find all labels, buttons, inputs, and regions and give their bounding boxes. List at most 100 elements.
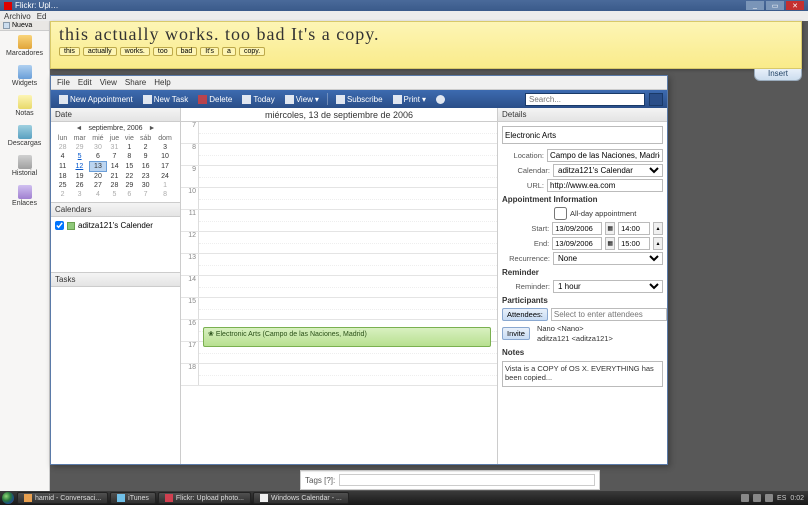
mini-day[interactable]: 1 xyxy=(155,181,176,190)
menu-view[interactable]: View xyxy=(100,78,117,87)
mini-day[interactable]: 26 xyxy=(70,181,89,190)
sticky-tag[interactable]: too xyxy=(153,47,173,56)
maximize-button[interactable]: ▭ xyxy=(766,1,784,10)
print-button[interactable]: Print ▾ xyxy=(389,92,430,106)
hour-row[interactable]: 7 xyxy=(181,122,497,144)
mini-day[interactable]: 7 xyxy=(137,190,155,199)
mini-day[interactable]: 21 xyxy=(107,172,122,182)
calendar-event[interactable]: ❀ Electronic Arts (Campo de las Naciones… xyxy=(203,327,491,347)
tags-input[interactable] xyxy=(339,474,595,486)
sticky-tag[interactable]: this xyxy=(59,47,80,56)
mini-day[interactable]: 7 xyxy=(107,152,122,162)
hour-grid[interactable]: 789101112131415161718 ❀ Electronic Arts … xyxy=(181,122,497,464)
sidebar-enlaces[interactable]: Enlaces xyxy=(0,181,49,211)
hour-cell[interactable] xyxy=(199,298,497,319)
url-input[interactable] xyxy=(547,179,663,192)
mini-day[interactable]: 18 xyxy=(55,172,70,182)
end-time-spin[interactable]: ▴ xyxy=(653,237,663,250)
hour-cell[interactable] xyxy=(199,210,497,231)
mini-day[interactable]: 1 xyxy=(122,143,137,152)
mini-day[interactable]: 4 xyxy=(89,190,107,199)
start-date-picker[interactable]: ▦ xyxy=(605,222,615,235)
sticky-tag[interactable]: copy. xyxy=(239,47,265,56)
tray-lang[interactable]: ES xyxy=(777,495,786,502)
mini-day[interactable]: 9 xyxy=(137,152,155,162)
hour-cell[interactable] xyxy=(199,364,497,385)
mini-day[interactable]: 3 xyxy=(70,190,89,199)
mini-day[interactable]: 14 xyxy=(107,162,122,172)
start-button[interactable] xyxy=(0,491,16,505)
next-month-button[interactable]: ► xyxy=(149,125,156,132)
search-input[interactable] xyxy=(525,93,645,106)
insert-button[interactable]: Insert xyxy=(754,69,802,81)
location-input[interactable] xyxy=(547,149,663,162)
mini-day[interactable]: 6 xyxy=(122,190,137,199)
mini-day[interactable]: 20 xyxy=(89,172,107,182)
attendees-input[interactable] xyxy=(551,308,667,321)
hour-row[interactable]: 14 xyxy=(181,276,497,298)
attendees-button[interactable]: Attendees: xyxy=(502,308,548,321)
sticky-tag[interactable]: It's xyxy=(200,47,219,56)
sticky-tag[interactable]: a xyxy=(222,47,236,56)
clock[interactable]: 0:02 xyxy=(790,495,804,502)
taskbar-item-itunes[interactable]: iTunes xyxy=(110,492,156,504)
tray-icon-3[interactable] xyxy=(765,494,773,502)
mini-day[interactable]: 28 xyxy=(55,143,70,152)
prev-month-button[interactable]: ◄ xyxy=(76,125,83,132)
hour-cell[interactable] xyxy=(199,254,497,275)
view-button[interactable]: View ▾ xyxy=(281,92,323,106)
menu-archivo[interactable]: Archivo xyxy=(4,12,31,21)
sidebar-historial[interactable]: Historial xyxy=(0,151,49,181)
allday-checkbox[interactable] xyxy=(554,207,567,220)
mini-day[interactable]: 8 xyxy=(155,190,176,199)
mini-day[interactable]: 6 xyxy=(89,152,107,162)
menu-help[interactable]: Help xyxy=(154,78,170,87)
mini-day[interactable]: 5 xyxy=(107,190,122,199)
end-time-input[interactable] xyxy=(618,237,650,250)
opera-nueva-row[interactable]: Nueva xyxy=(0,21,49,31)
taskbar-item-calendar[interactable]: Windows Calendar - ... xyxy=(253,492,349,504)
today-button[interactable]: Today xyxy=(238,92,278,106)
sidebar-descargas[interactable]: Descargas xyxy=(0,121,49,151)
mini-day[interactable]: 29 xyxy=(70,143,89,152)
hour-cell[interactable] xyxy=(199,144,497,165)
new-task-button[interactable]: New Task xyxy=(139,92,193,106)
start-time-spin[interactable]: ▴ xyxy=(653,222,663,235)
mini-day[interactable]: 5 xyxy=(70,152,89,162)
hour-row[interactable]: 13 xyxy=(181,254,497,276)
sidebar-notas[interactable]: Notas xyxy=(0,91,49,121)
mini-day[interactable]: 10 xyxy=(155,152,176,162)
mini-day[interactable]: 23 xyxy=(137,172,155,182)
hour-cell[interactable] xyxy=(199,232,497,253)
mini-day[interactable]: 2 xyxy=(137,143,155,152)
delete-button[interactable]: Delete xyxy=(194,92,236,106)
hour-row[interactable]: 18 xyxy=(181,364,497,386)
sidebar-widgets[interactable]: Widgets xyxy=(0,61,49,91)
taskbar-item-flickr[interactable]: Flickr: Upload photo... xyxy=(158,492,251,504)
mini-day[interactable]: 15 xyxy=(122,162,137,172)
menu-edit[interactable]: Edit xyxy=(78,78,92,87)
mini-day[interactable]: 30 xyxy=(89,143,107,152)
mini-day[interactable]: 28 xyxy=(107,181,122,190)
calendar-select[interactable]: aditza121's Calendar xyxy=(553,164,663,177)
help-toolbar-button[interactable] xyxy=(432,92,449,106)
hour-row[interactable]: 11 xyxy=(181,210,497,232)
menu-file[interactable]: File xyxy=(57,78,70,87)
mini-day[interactable]: 30 xyxy=(137,181,155,190)
hour-cell[interactable] xyxy=(199,188,497,209)
notes-textarea[interactable]: Vista is a COPY of OS X. EVERYTHING has … xyxy=(502,361,663,387)
mini-day[interactable]: 4 xyxy=(55,152,70,162)
recurrence-select[interactable]: None xyxy=(553,252,663,265)
sidebar-marcadores[interactable]: Marcadores xyxy=(0,31,49,61)
mini-day[interactable]: 8 xyxy=(122,152,137,162)
mini-day[interactable]: 3 xyxy=(155,143,176,152)
mini-day[interactable]: 13 xyxy=(89,162,107,172)
end-date-input[interactable] xyxy=(552,237,602,250)
mini-day[interactable]: 24 xyxy=(155,172,176,182)
hour-row[interactable]: 12 xyxy=(181,232,497,254)
tray-icon-1[interactable] xyxy=(741,494,749,502)
subscribe-button[interactable]: Subscribe xyxy=(332,92,387,106)
hour-cell[interactable] xyxy=(199,276,497,297)
calendar-checkbox[interactable] xyxy=(55,221,64,230)
end-date-picker[interactable]: ▦ xyxy=(605,237,615,250)
